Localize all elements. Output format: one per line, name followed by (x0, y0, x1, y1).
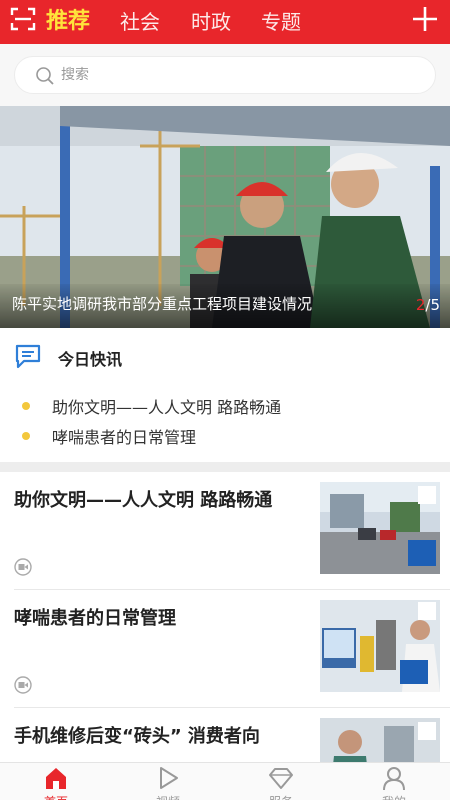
news-item[interactable]: 助你文明——人人文明 路路畅通 (0, 472, 450, 590)
diamond-icon (269, 768, 293, 789)
flash-item-text: 哮喘患者的日常管理 (52, 428, 197, 447)
bullet-dot (22, 402, 30, 410)
tab-topics[interactable]: 专题 (261, 2, 301, 42)
scan-icon[interactable] (10, 6, 36, 32)
message-icon (15, 344, 41, 369)
video-icon (14, 676, 32, 694)
banner-caption: 陈平实地调研我市部分重点工程项目建设情况 2/5 (0, 284, 450, 328)
tab-society[interactable]: 社会 (120, 2, 160, 42)
news-title: 哮喘患者的日常管理 (14, 608, 176, 629)
tabbar-label: 服务 (225, 793, 337, 800)
tabbar-item-profile[interactable]: 我的 (338, 763, 450, 800)
tabbar-label: 首页 (0, 793, 112, 800)
flash-item[interactable]: 哮喘患者的日常管理 (22, 424, 196, 448)
home-icon (46, 768, 66, 789)
news-thumbnail (320, 482, 440, 574)
search-input[interactable] (61, 57, 421, 93)
tabbar-item-service[interactable]: 服务 (225, 763, 337, 800)
tabbar-label: 视频 (112, 793, 224, 800)
plus-icon[interactable] (410, 4, 440, 34)
flash-item-text: 助你文明——人人文明 路路畅通 (52, 398, 282, 417)
search-bar[interactable] (14, 56, 436, 94)
tabbar-label: 我的 (338, 793, 450, 800)
banner-pager-total: /5 (425, 296, 440, 314)
banner-pager: 2/5 (416, 296, 440, 314)
news-title: 手机维修后变“砖头” 消费者向 (14, 726, 260, 747)
news-item[interactable]: 哮喘患者的日常管理 (0, 590, 450, 708)
banner-carousel[interactable]: 陈平实地调研我市部分重点工程项目建设情况 2/5 (0, 106, 450, 328)
banner-title[interactable]: 陈平实地调研我市部分重点工程项目建设情况 (12, 293, 312, 314)
bullet-dot (22, 432, 30, 440)
search-icon (36, 67, 54, 85)
top-nav-bar: 推荐 社会 时政 专题 (0, 0, 450, 44)
tabbar-item-video[interactable]: 视频 (112, 763, 224, 800)
tab-recommend[interactable]: 推荐 (46, 2, 90, 42)
news-thumbnail (320, 600, 440, 692)
play-icon (160, 767, 178, 789)
video-icon (14, 558, 32, 576)
banner-pager-current: 2 (415, 296, 426, 314)
user-icon (383, 767, 405, 791)
search-area (0, 44, 450, 106)
tab-politics[interactable]: 时政 (191, 2, 231, 42)
bottom-tab-bar: 首页 视频 服务 我的 (0, 762, 450, 800)
flash-news-section: 今日快讯 助你文明——人人文明 路路畅通 哮喘患者的日常管理 (0, 328, 450, 462)
tabbar-item-home[interactable]: 首页 (0, 763, 112, 800)
flash-item[interactable]: 助你文明——人人文明 路路畅通 (22, 394, 281, 418)
news-title: 助你文明——人人文明 路路畅通 (14, 490, 273, 511)
flash-title: 今日快讯 (58, 350, 123, 369)
